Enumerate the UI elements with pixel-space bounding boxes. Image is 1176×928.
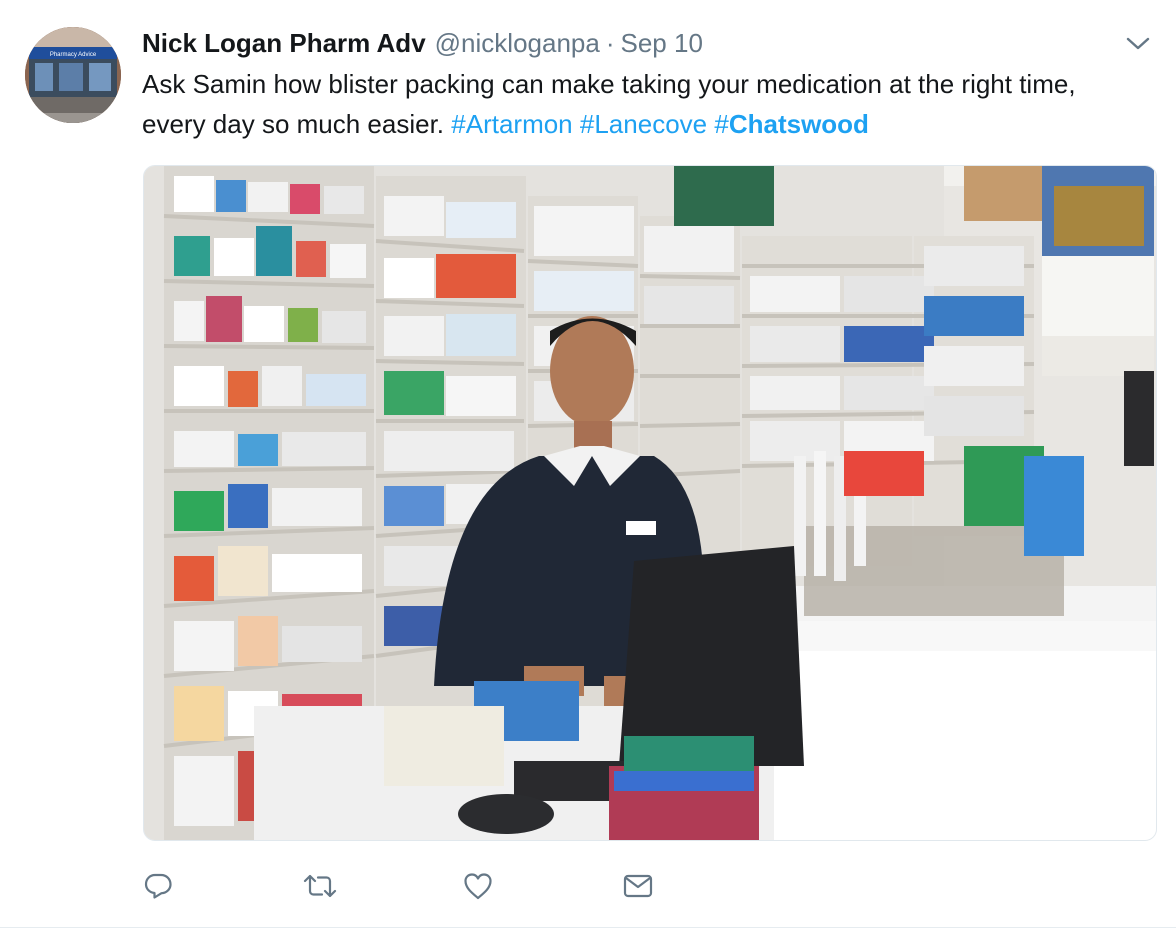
hashtag-chatswood-hash: # [714, 109, 729, 139]
like-icon [464, 873, 492, 900]
reply-button[interactable] [142, 866, 302, 906]
storefront-image: Pharmacy Advice [25, 27, 121, 123]
storefront-sign-text: Pharmacy Advice [50, 52, 97, 58]
hashtag-lanecove[interactable]: #Lanecove [580, 109, 707, 139]
retweet-button[interactable] [302, 866, 462, 906]
hashtag-chatswood-word: Chatswood [728, 109, 869, 139]
tweet-text: Ask Samin how blister packing can make t… [142, 64, 1142, 144]
like-button[interactable] [462, 866, 622, 906]
retweet-icon [303, 874, 337, 898]
separator-dot: · [605, 28, 615, 58]
display-name[interactable]: Nick Logan Pharm Adv [142, 26, 426, 60]
user-handle[interactable]: @nickloganpa [435, 26, 600, 60]
chevron-down-icon [1126, 37, 1150, 50]
tweet-header: Nick Logan Pharm Adv @nickloganpa · Sep … [142, 26, 703, 60]
pharmacy-photo [144, 166, 1156, 840]
direct-message-icon [623, 874, 653, 898]
tweet-card[interactable]: Pharmacy Advice Nick Logan Pharm Adv @ni… [0, 0, 1176, 928]
tweet-actions [142, 866, 782, 906]
hashtag-chatswood[interactable]: #Chatswood [714, 109, 869, 139]
direct-message-button[interactable] [622, 866, 782, 906]
tweet-photo[interactable] [143, 165, 1157, 841]
reply-icon [144, 873, 172, 899]
timestamp[interactable]: Sep 10 [621, 26, 703, 60]
more-options-caret[interactable] [1124, 34, 1152, 54]
hashtag-artarmon[interactable]: #Artarmon [451, 109, 572, 139]
avatar[interactable]: Pharmacy Advice [25, 27, 121, 123]
